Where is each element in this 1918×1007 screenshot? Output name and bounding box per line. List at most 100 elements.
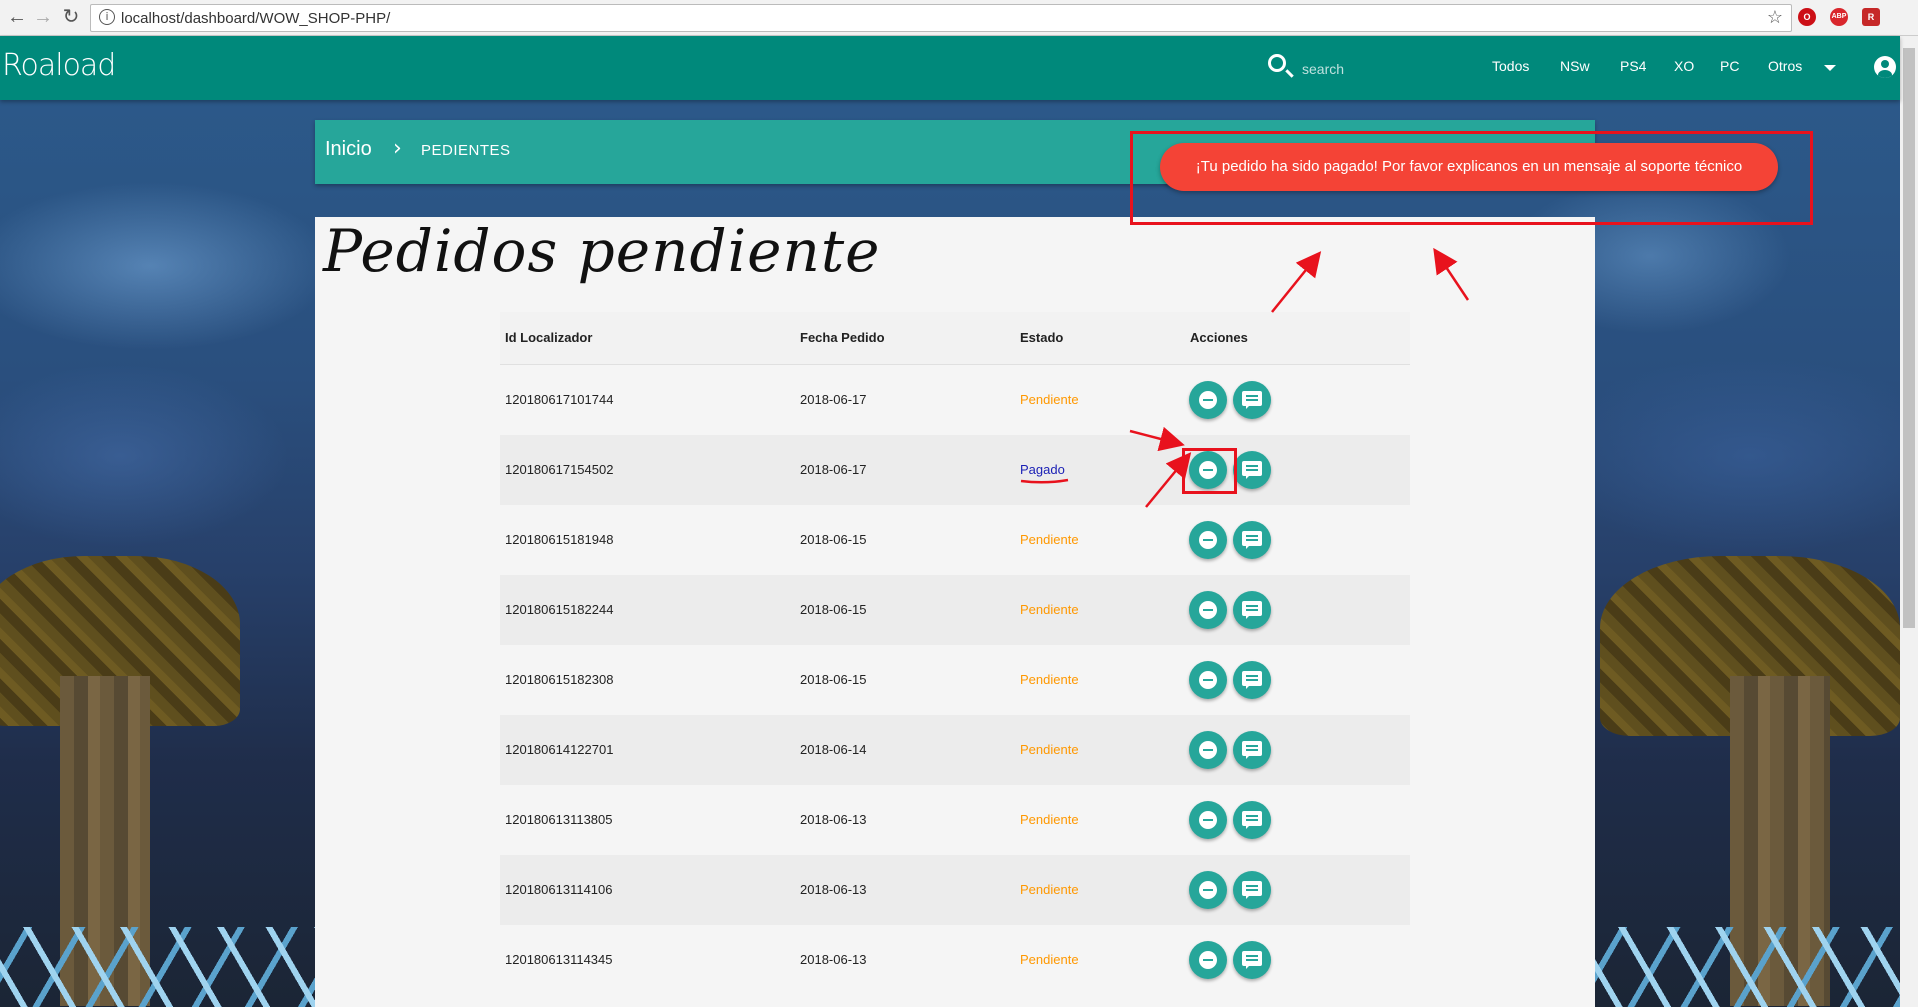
- page-scrollbar[interactable]: [1900, 36, 1918, 1007]
- reload-icon[interactable]: ↻: [60, 6, 82, 28]
- order-id: 120180613114106: [505, 882, 613, 897]
- table-row: 120180617154502 2018-06-17 Pagado: [500, 435, 1410, 505]
- page-title: Pedidos pendiente: [323, 217, 881, 285]
- table-row: 120180613114106 2018-06-13 Pendiente: [500, 855, 1410, 925]
- browser-toolbar: ← → ↻ i localhost/dashboard/WOW_SHOP-PHP…: [0, 0, 1918, 36]
- chevron-down-icon[interactable]: [1824, 65, 1836, 71]
- nav-link-xo[interactable]: XO: [1674, 58, 1694, 74]
- extension-icon[interactable]: R: [1862, 8, 1880, 26]
- table-row: 120180614122701 2018-06-14 Pendiente: [500, 715, 1410, 785]
- chat-icon: [1242, 671, 1262, 689]
- column-header-id: Id Localizador: [505, 330, 593, 345]
- order-status: Pendiente: [1020, 532, 1079, 547]
- bookmark-star-icon[interactable]: ☆: [1767, 7, 1783, 28]
- order-status: Pendiente: [1020, 952, 1079, 967]
- order-id: 120180613114345: [505, 952, 613, 967]
- annotation-box-cancel-button: [1182, 448, 1237, 494]
- back-icon[interactable]: ←: [6, 6, 28, 28]
- minus-circle-icon: [1199, 531, 1217, 549]
- column-header-status: Estado: [1020, 330, 1064, 345]
- order-date: 2018-06-15: [800, 602, 867, 617]
- nav-link-nsw[interactable]: NSw: [1560, 58, 1590, 74]
- cancel-order-button[interactable]: [1189, 731, 1227, 769]
- forward-icon[interactable]: →: [32, 6, 54, 28]
- orders-table: Id Localizador Fecha Pedido Estado Accio…: [500, 312, 1410, 995]
- minus-circle-icon: [1199, 811, 1217, 829]
- brand-logo[interactable]: Roaload: [2, 48, 116, 83]
- order-date: 2018-06-13: [800, 952, 867, 967]
- table-row: 120180615182308 2018-06-15 Pendiente: [500, 645, 1410, 715]
- order-status: Pendiente: [1020, 602, 1079, 617]
- address-bar[interactable]: i localhost/dashboard/WOW_SHOP-PHP/ ☆: [90, 4, 1792, 32]
- order-date: 2018-06-15: [800, 672, 867, 687]
- order-status: Pendiente: [1020, 882, 1079, 897]
- search-input[interactable]: [1300, 56, 1464, 82]
- message-support-button[interactable]: [1233, 871, 1271, 909]
- cancel-order-button[interactable]: [1189, 591, 1227, 629]
- table-row: 120180613113805 2018-06-13 Pendiente: [500, 785, 1410, 855]
- minus-circle-icon: [1199, 601, 1217, 619]
- order-status: Pendiente: [1020, 812, 1079, 827]
- minus-circle-icon: [1199, 671, 1217, 689]
- info-icon[interactable]: i: [99, 9, 115, 25]
- cancel-order-button[interactable]: [1189, 871, 1227, 909]
- message-support-button[interactable]: [1233, 731, 1271, 769]
- order-id: 120180617154502: [505, 462, 614, 477]
- message-support-button[interactable]: [1233, 451, 1271, 489]
- nav-link-ps4[interactable]: PS4: [1620, 58, 1646, 74]
- opera-extension-icon[interactable]: O: [1798, 8, 1816, 26]
- minus-circle-icon: [1199, 741, 1217, 759]
- scrollbar-thumb[interactable]: [1903, 48, 1915, 628]
- order-status: Pendiente: [1020, 742, 1079, 757]
- message-support-button[interactable]: [1233, 661, 1271, 699]
- column-header-actions: Acciones: [1190, 330, 1248, 345]
- cancel-order-button[interactable]: [1189, 801, 1227, 839]
- message-support-button[interactable]: [1233, 521, 1271, 559]
- cancel-order-button[interactable]: [1189, 521, 1227, 559]
- order-status: Pendiente: [1020, 672, 1079, 687]
- order-id: 120180613113805: [505, 812, 613, 827]
- order-id: 120180615181948: [505, 532, 614, 547]
- search-icon[interactable]: [1268, 54, 1286, 72]
- message-support-button[interactable]: [1233, 941, 1271, 979]
- account-icon[interactable]: [1874, 56, 1896, 78]
- message-support-button[interactable]: [1233, 801, 1271, 839]
- table-row: 120180617101744 2018-06-17 Pendiente: [500, 365, 1410, 435]
- nav-link-todos[interactable]: Todos: [1492, 58, 1529, 74]
- chat-icon: [1242, 461, 1262, 479]
- order-date: 2018-06-13: [800, 882, 867, 897]
- table-row: 120180613114345 2018-06-13 Pendiente: [500, 925, 1410, 995]
- cancel-order-button[interactable]: [1189, 941, 1227, 979]
- crystals-left: [0, 927, 315, 1007]
- column-header-date: Fecha Pedido: [800, 330, 885, 345]
- cancel-order-button[interactable]: [1189, 661, 1227, 699]
- url-text[interactable]: localhost/dashboard/WOW_SHOP-PHP/: [121, 10, 390, 27]
- chat-icon: [1242, 741, 1262, 759]
- nav-link-otros[interactable]: Otros: [1768, 58, 1802, 74]
- order-status: Pagado: [1020, 462, 1065, 477]
- order-id: 120180617101744: [505, 392, 614, 407]
- chat-icon: [1242, 881, 1262, 899]
- annotation-box-toast: [1130, 131, 1813, 225]
- order-id: 120180615182308: [505, 672, 614, 687]
- table-row: 120180615182244 2018-06-15 Pendiente: [500, 575, 1410, 645]
- order-status: Pendiente: [1020, 392, 1079, 407]
- chat-icon: [1242, 951, 1262, 969]
- minus-circle-icon: [1199, 881, 1217, 899]
- minus-circle-icon: [1199, 951, 1217, 969]
- breadcrumb-home[interactable]: Inicio: [325, 138, 372, 161]
- adblock-extension-icon[interactable]: ABP: [1830, 8, 1848, 26]
- nav-link-pc[interactable]: PC: [1720, 58, 1739, 74]
- message-support-button[interactable]: [1233, 381, 1271, 419]
- crystals-right: [1595, 927, 1900, 1007]
- order-date: 2018-06-14: [800, 742, 867, 757]
- cancel-order-button[interactable]: [1189, 381, 1227, 419]
- chat-icon: [1242, 811, 1262, 829]
- chat-icon: [1242, 531, 1262, 549]
- top-navbar: Roaload Todos NSw PS4 XO PC Otros: [0, 36, 1900, 100]
- order-date: 2018-06-17: [800, 462, 867, 477]
- table-header: Id Localizador Fecha Pedido Estado Accio…: [500, 312, 1410, 365]
- message-support-button[interactable]: [1233, 591, 1271, 629]
- chat-icon: [1242, 601, 1262, 619]
- order-id: 120180614122701: [505, 742, 614, 757]
